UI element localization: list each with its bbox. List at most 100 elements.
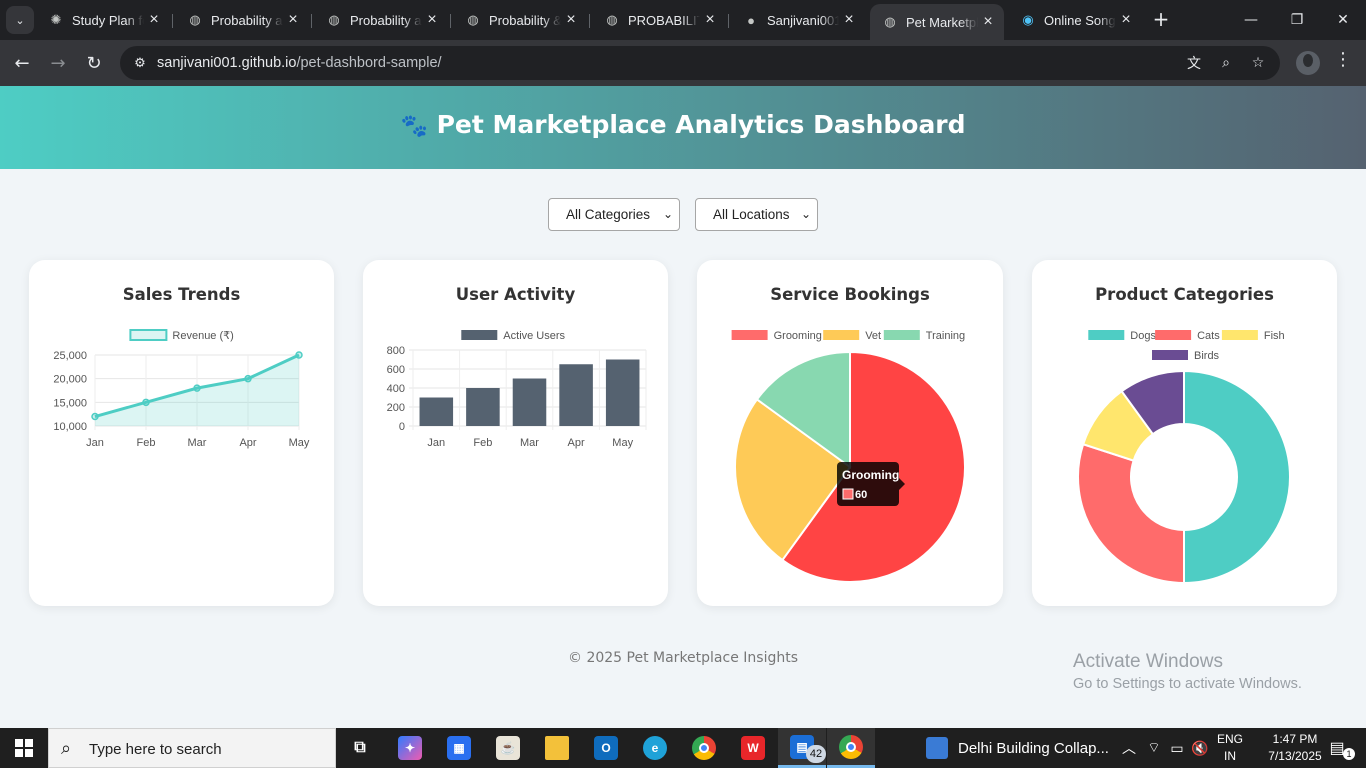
globe-icon: ◍: [606, 12, 618, 27]
wifi-icon[interactable]: ⌔: [1143, 728, 1165, 768]
y-tick-label: 0: [399, 421, 405, 433]
y-tick-label: 25,000: [53, 350, 87, 362]
legend-label: Grooming: [774, 330, 822, 342]
tab-separator: [450, 14, 451, 28]
globe-icon: ◍: [328, 12, 340, 27]
wps-office-icon[interactable]: W: [729, 728, 777, 768]
doughnut-slice: [1077, 442, 1185, 585]
tab-5[interactable]: ◍ PROBABILITY×: [592, 6, 726, 34]
bookmark-star-icon[interactable]: ☆: [1246, 51, 1270, 75]
tab-title: Online Song: [1044, 12, 1116, 28]
y-tick-label: 400: [387, 383, 405, 395]
x-tick-label: Jan: [86, 437, 104, 449]
tab-1[interactable]: ✺ Study Plan fo ×: [36, 6, 170, 34]
zoom-icon[interactable]: ⌕: [1214, 51, 1238, 75]
tab-search-button[interactable]: ⌄: [6, 6, 34, 34]
translate-icon[interactable]: 文: [1182, 51, 1206, 75]
chevron-down-icon: ⌄: [662, 207, 673, 221]
y-tick-label: 10,000: [53, 421, 87, 433]
tooltip-label: Grooming: [842, 468, 899, 482]
system-clock[interactable]: 1:47 PM 7/13/2025: [1260, 731, 1330, 765]
legend-swatch: [1088, 330, 1125, 340]
x-tick-label: May: [289, 437, 310, 449]
category-select[interactable]: All Categories ⌄: [548, 198, 680, 231]
user-activity-chart[interactable]: Active Users 800 600 400 200 0 Jan Feb Mar Apr May: [363, 260, 669, 606]
bar: [512, 378, 547, 426]
java-icon[interactable]: ☕: [484, 728, 532, 768]
new-tab-button[interactable]: +: [1150, 8, 1172, 30]
copilot-icon[interactable]: ✦: [386, 728, 434, 768]
legend-swatch: [1155, 330, 1192, 340]
url-text[interactable]: sanjivani001.github.io/pet-dashbord-samp…: [157, 55, 442, 71]
taskbar-search-placeholder: Type here to search: [89, 741, 222, 758]
clock-date: 7/13/2025: [1268, 749, 1322, 763]
reload-button[interactable]: ↻: [80, 49, 108, 77]
close-tab-icon[interactable]: ×: [422, 11, 442, 29]
profile-avatar[interactable]: [1296, 51, 1320, 75]
location-select[interactable]: All Locations ⌄: [695, 198, 818, 231]
service-bookings-chart[interactable]: Grooming Vet Training Grooming 60: [697, 260, 1003, 606]
chart-tooltip: Grooming 60: [837, 462, 905, 506]
legend-label: Fish: [1264, 330, 1285, 342]
close-tab-icon[interactable]: ×: [700, 11, 720, 29]
close-tab-icon[interactable]: ×: [1116, 11, 1136, 29]
site-info-icon[interactable]: ⚙: [128, 51, 152, 75]
start-button[interactable]: [0, 728, 48, 768]
tab-3[interactable]: ◍ Probability a ×: [314, 6, 448, 34]
volume-icon[interactable]: 🔇: [1189, 728, 1211, 768]
tab-title: Pet Marketpl: [906, 14, 978, 30]
tab-title: Sanjivani001: [767, 12, 839, 28]
tab-7[interactable]: ◍ Pet Marketpl ×: [870, 4, 1004, 40]
tab-4[interactable]: ◍ Probability & ×: [453, 6, 587, 34]
language-indicator[interactable]: ENG IN: [1212, 731, 1248, 765]
close-window-button[interactable]: ✕: [1320, 0, 1366, 40]
back-button[interactable]: ←: [8, 49, 36, 77]
location-select-value: All Locations: [713, 207, 790, 222]
x-tick-label: Mar: [520, 437, 539, 449]
chrome-active-icon[interactable]: [827, 728, 875, 768]
news-widget[interactable]: Delhi Building Collap...: [926, 728, 1109, 768]
forward-button[interactable]: →: [44, 49, 72, 77]
tab-2[interactable]: ◍ Probability a ×: [175, 6, 309, 34]
file-explorer-icon[interactable]: [533, 728, 581, 768]
edge-icon[interactable]: e: [631, 728, 679, 768]
data-point: [193, 384, 201, 392]
minimize-button[interactable]: —: [1228, 0, 1274, 40]
browser-menu-icon[interactable]: ⋮: [1333, 49, 1353, 77]
chevron-down-icon: ⌄: [800, 207, 811, 221]
product-categories-card: Product Categories Dogs Cats Fish Birds: [1032, 260, 1337, 606]
sales-trends-chart[interactable]: Revenue (₹) 25,000 20,000 15,000 10,000 Jan Fe…: [29, 260, 334, 606]
battery-icon[interactable]: ▭: [1166, 728, 1188, 768]
tab-8[interactable]: ◉ Online Song ×: [1008, 6, 1142, 34]
tray-chevron-icon[interactable]: ︿: [1118, 728, 1140, 768]
address-bar[interactable]: ⚙ sanjivani001.github.io/pet-dashbord-sa…: [120, 46, 1280, 80]
close-tab-icon[interactable]: ×: [283, 11, 303, 29]
legend-swatch: [1152, 350, 1188, 360]
x-tick-label: Jan: [427, 437, 445, 449]
taskbar-badge: 42: [806, 745, 826, 763]
doughnut-slice: [1183, 369, 1291, 585]
store-icon[interactable]: ▦: [435, 728, 483, 768]
sales-trends-card: Sales Trends Revenue (₹) 25,000 20,000 15,0…: [29, 260, 334, 606]
close-tab-icon[interactable]: ×: [978, 13, 998, 31]
tab-6[interactable]: ● Sanjivani001 ×: [731, 6, 865, 34]
openai-icon: ✺: [50, 12, 62, 27]
clock-time: 1:47 PM: [1272, 732, 1318, 746]
browser-toolbar: ← → ↻ ⚙ sanjivani001.github.io/pet-dashb…: [0, 40, 1366, 86]
watermark-subtitle: Go to Settings to activate Windows.: [1073, 676, 1302, 692]
legend-swatch: [1221, 330, 1258, 340]
music-icon: ◉: [1022, 12, 1034, 27]
outlook-icon[interactable]: O: [582, 728, 630, 768]
legend-label: Birds: [1194, 350, 1220, 362]
task-view-icon[interactable]: ⧉: [336, 728, 384, 768]
close-tab-icon[interactable]: ×: [561, 11, 581, 29]
close-tab-icon[interactable]: ×: [839, 11, 859, 29]
globe-icon: ◍: [884, 14, 896, 29]
legend-swatch: [731, 330, 768, 340]
restore-button[interactable]: ❐: [1274, 0, 1320, 40]
taskbar-search[interactable]: ⌕ Type here to search: [48, 728, 336, 768]
close-tab-icon[interactable]: ×: [144, 11, 164, 29]
product-categories-chart[interactable]: Dogs Cats Fish Birds: [1032, 260, 1337, 606]
chrome-icon[interactable]: [680, 728, 728, 768]
news-icon: [926, 737, 948, 759]
